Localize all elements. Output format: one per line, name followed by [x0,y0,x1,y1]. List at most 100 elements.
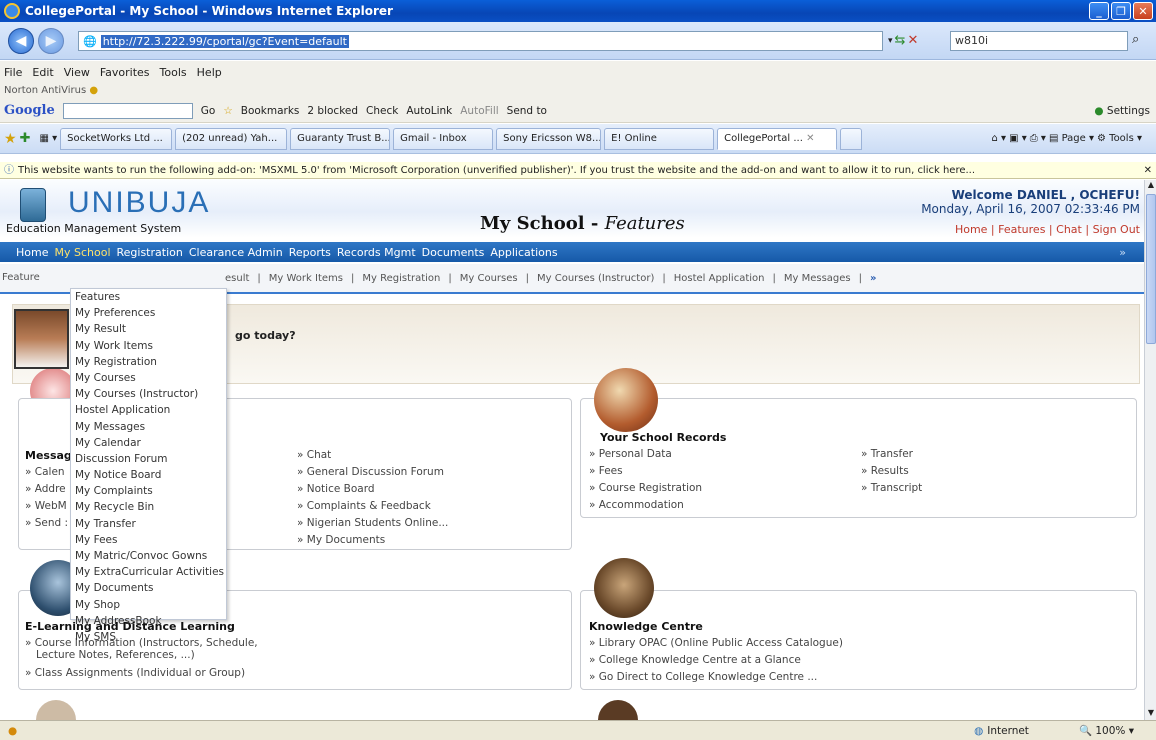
nav-applications[interactable]: Applications [490,246,557,259]
elearning-link-assignments[interactable]: » Class Assignments (Individual or Group… [25,667,245,679]
site-logo-text[interactable]: UNIBUJA [68,186,210,220]
dropdown-item[interactable]: My SMS [71,629,226,645]
nav-reports[interactable]: Reports [289,246,331,259]
dropdown-item[interactable]: My Transfer [71,516,226,532]
autolink-button[interactable]: AutoLink [406,105,452,117]
dropdown-item[interactable]: My Result [71,321,226,337]
tab-collegeportal[interactable]: CollegePortal ... ✕ [717,127,838,150]
dropdown-item[interactable]: My Calendar [71,435,226,451]
elearning-link-course-info-cont[interactable]: Lecture Notes, References, ...) [36,649,195,661]
google-logo[interactable]: Google [4,103,55,118]
link-my-documents[interactable]: » My Documents [297,534,385,546]
tab-yahoo[interactable]: (202 unread) Yah... [175,127,288,150]
dropdown-item[interactable]: My Matric/Convoc Gowns [71,548,226,564]
tab-gmail[interactable]: Gmail - Inbox [393,127,494,150]
forward-button[interactable]: ▶ [38,28,64,54]
subnav-item-courses[interactable]: My Courses [460,273,518,284]
knowledge-link-go-direct[interactable]: » Go Direct to College Knowledge Centre … [589,671,817,683]
norton-label[interactable]: Norton AntiVirus [4,85,86,96]
dropdown-item[interactable]: My Messages [71,419,226,435]
page-menu[interactable]: ▤ Page ▾ [1049,133,1094,144]
subnav-item-registration[interactable]: My Registration [362,273,440,284]
link-complaints-feedback[interactable]: » Complaints & Feedback [297,500,431,512]
subnav-item-result[interactable]: esult [225,273,249,284]
google-search-input[interactable] [62,102,193,119]
subnav-item-messages[interactable]: My Messages [784,273,851,284]
new-tab-button[interactable] [840,127,863,150]
records-link-fees[interactable]: » Fees [589,465,623,477]
dropdown-arrow-icon[interactable]: ▾ [888,31,893,51]
link-general-discussion[interactable]: » General Discussion Forum [297,466,444,478]
dropdown-item[interactable]: My Work Items [71,338,226,354]
back-button[interactable]: ◀ [8,28,34,54]
messaging-link-address[interactable]: » Addre [25,483,66,495]
maximize-button[interactable]: ❐ [1111,2,1131,20]
link-chat[interactable]: » Chat [297,449,331,461]
header-link-home[interactable]: Home [955,223,987,236]
dropdown-item[interactable]: My Preferences [71,305,226,321]
dropdown-item[interactable]: My Courses (Instructor) [71,386,226,402]
menu-edit[interactable]: Edit [32,66,53,79]
dropdown-item[interactable]: Features [71,289,226,305]
dropdown-item[interactable]: My Shop [71,597,226,613]
address-bar[interactable]: 🌐 http://72.3.222.99/cportal/gc?Event=de… [78,31,883,51]
records-link-results[interactable]: » Results [861,465,909,477]
norton-icon[interactable]: ● [89,85,98,96]
quick-tabs-icon[interactable]: ▦ ▾ [39,133,57,144]
menu-favorites[interactable]: Favorites [100,66,150,79]
dropdown-item[interactable]: My Complaints [71,483,226,499]
popup-blocked[interactable]: 2 blocked [307,105,358,117]
tab-eonline[interactable]: E! Online [604,127,715,150]
header-link-features[interactable]: Features [998,223,1045,236]
subnav-item-feature[interactable]: Feature [2,272,40,283]
subnav-more-icon[interactable]: » [870,273,876,284]
knowledge-link-opac[interactable]: » Library OPAC (Online Public Access Cat… [589,637,843,649]
subnav-item-courses-instructor[interactable]: My Courses (Instructor) [537,273,654,284]
dropdown-item[interactable]: My Documents [71,580,226,596]
tab-socketworks[interactable]: SocketWorks Ltd ... [60,127,173,150]
records-link-transfer[interactable]: » Transfer [861,448,913,460]
nav-expand-icon[interactable]: » [1119,246,1126,259]
send-to-button[interactable]: Send to [507,105,547,117]
link-notice-board[interactable]: » Notice Board [297,483,375,495]
dropdown-item[interactable]: My AddressBook [71,613,226,629]
subnav-item-hostel[interactable]: Hostel Application [674,273,765,284]
dropdown-item[interactable]: My ExtraCurricular Activities [71,564,226,580]
tools-menu[interactable]: ⚙ Tools ▾ [1097,133,1142,144]
favorites-star-icon[interactable]: ★ [4,131,17,147]
records-link-transcript[interactable]: » Transcript [861,482,922,494]
menu-view[interactable]: View [64,66,90,79]
search-input[interactable]: w810i [950,31,1128,51]
tab-sony-ericsson[interactable]: Sony Ericsson W8... [496,127,602,150]
dropdown-item[interactable]: My Registration [71,354,226,370]
close-button[interactable]: ✕ [1133,2,1153,20]
dropdown-item[interactable]: Hostel Application [71,402,226,418]
dropdown-item[interactable]: My Notice Board [71,467,226,483]
minimize-button[interactable]: _ [1089,2,1109,20]
tab-close-icon[interactable]: ✕ [806,133,814,144]
home-icon[interactable]: ⌂ ▾ [992,133,1007,144]
dropdown-item[interactable]: My Courses [71,370,226,386]
dropdown-item[interactable]: My Recycle Bin [71,499,226,515]
star-icon[interactable]: ☆ [223,105,232,117]
search-icon[interactable]: ⌕ [1132,32,1139,47]
spell-check-button[interactable]: Check [366,105,398,117]
info-bar-close-icon[interactable]: ✕ [1144,162,1152,178]
messaging-link-send[interactable]: » Send : [25,517,68,529]
records-link-accommodation[interactable]: » Accommodation [589,499,684,511]
nav-documents[interactable]: Documents [422,246,485,259]
knowledge-link-glance[interactable]: » College Knowledge Centre at a Glance [589,654,801,666]
nav-registration[interactable]: Registration [117,246,183,259]
records-link-personal-data[interactable]: » Personal Data [589,448,672,460]
feeds-icon[interactable]: ▣ ▾ [1009,133,1027,144]
header-link-sign-out[interactable]: Sign Out [1093,223,1140,236]
dropdown-item[interactable]: Discussion Forum [71,451,226,467]
google-go-button[interactable]: Go [201,105,216,117]
records-link-course-registration[interactable]: » Course Registration [589,482,702,494]
menu-file[interactable]: File [4,66,22,79]
messaging-link-calendar[interactable]: » Calen [25,466,65,478]
bookmarks-button[interactable]: Bookmarks [241,105,300,117]
scrollbar-thumb[interactable] [1146,194,1156,344]
header-link-chat[interactable]: Chat [1056,223,1082,236]
nav-home[interactable]: Home [16,246,48,259]
